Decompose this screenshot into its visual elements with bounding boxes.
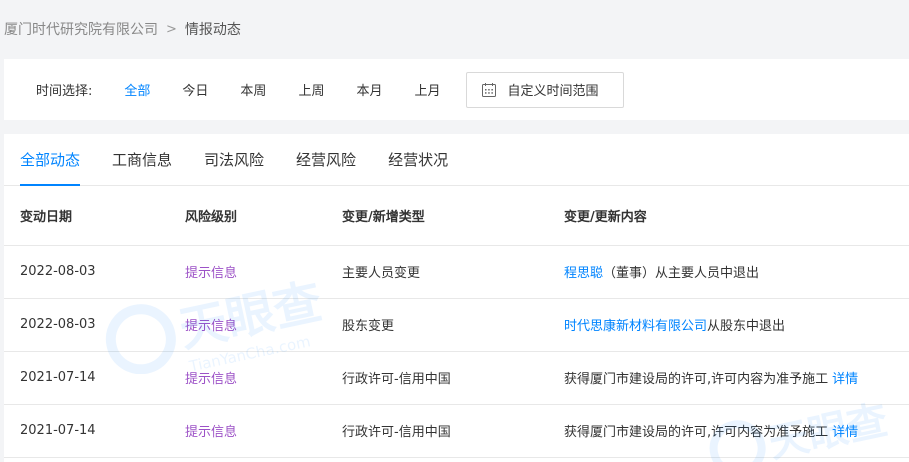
time-filter-label: 时间选择:	[36, 84, 93, 99]
dynamics-panel: 全部动态 工商信息 司法风险 经营风险 经营状况 变动日期 风险级别 变更/新增…	[4, 134, 909, 462]
table-row: 2021-07-14 提示信息 行政许可-信用中国 获得厦门市建设局的许可,许可…	[4, 404, 909, 458]
change-date: 2021-07-14	[4, 351, 169, 405]
tab-operating-risk[interactable]: 经营风险	[296, 134, 356, 185]
header-change-date: 变动日期	[4, 186, 169, 246]
header-risk-level: 风险级别	[169, 186, 326, 246]
content-text: 获得厦门市建设局的许可,许可内容为准予施工	[564, 425, 829, 440]
content-text: （董事）从主要人员中退出	[603, 266, 760, 281]
change-type: 主要人员变更	[326, 245, 548, 299]
table-row: 2022-08-03 提示信息 股东变更 时代思康新材料有限公司从股东中退出	[4, 298, 909, 352]
table-row: 2022-08-03 提示信息 主要人员变更 程思聪（董事）从主要人员中退出	[4, 245, 909, 299]
time-filter-this-week[interactable]: 本周	[232, 80, 274, 99]
breadcrumb-current: 情报动态	[184, 22, 241, 38]
change-type: 行政许可-信用中国	[326, 404, 548, 458]
change-date: 2022-08-03	[4, 298, 169, 352]
time-filter-all[interactable]: 全部	[116, 80, 158, 99]
time-filter-this-month[interactable]: 本月	[348, 80, 390, 99]
custom-range-label: 自定义时间范围	[507, 84, 599, 99]
table-header-row: 变动日期 风险级别 变更/新增类型 变更/更新内容	[4, 186, 909, 246]
content-text: 从股东中退出	[707, 319, 786, 334]
change-date: 2022-08-03	[4, 245, 169, 299]
risk-level: 提示信息	[169, 245, 326, 299]
change-content: 程思聪（董事）从主要人员中退出	[548, 245, 909, 299]
person-link[interactable]: 程思聪	[564, 266, 603, 281]
change-content: 时代思康新材料有限公司从股东中退出	[548, 298, 909, 352]
time-filter-bar: 时间选择: 全部 今日 本周 上周 本月 上月 自定义时间范围	[4, 59, 909, 120]
change-content: 获得厦门市建设局的许可,许可内容为准予施工 详情	[548, 351, 909, 405]
time-filter-today[interactable]: 今日	[174, 80, 216, 99]
detail-link[interactable]: 详情	[832, 372, 858, 387]
tab-all-dynamics[interactable]: 全部动态	[20, 134, 81, 186]
custom-range-button[interactable]: 自定义时间范围	[466, 71, 625, 108]
time-filter-last-month[interactable]: 上月	[406, 80, 448, 99]
change-date: 2021-07-14	[4, 404, 169, 458]
risk-level: 提示信息	[169, 298, 326, 352]
detail-link[interactable]: 详情	[832, 425, 858, 440]
tab-judicial-risk[interactable]: 司法风险	[204, 134, 264, 185]
change-type: 股东变更	[326, 298, 548, 352]
header-change-content: 变更/更新内容	[548, 186, 909, 246]
dynamics-table: 变动日期 风险级别 变更/新增类型 变更/更新内容 2022-08-03 提示信…	[4, 186, 909, 458]
risk-level: 提示信息	[169, 351, 326, 405]
risk-level: 提示信息	[169, 404, 326, 458]
header-change-type: 变更/新增类型	[326, 186, 548, 246]
time-filter-last-week[interactable]: 上周	[290, 80, 332, 99]
company-link[interactable]: 时代思康新材料有限公司	[564, 319, 707, 334]
breadcrumb: 厦门时代研究院有限公司 > 情报动态	[4, 17, 241, 41]
tab-operating-status[interactable]: 经营状况	[388, 134, 448, 185]
breadcrumb-company[interactable]: 厦门时代研究院有限公司	[4, 19, 158, 39]
table-row: 2021-07-14 提示信息 行政许可-信用中国 获得厦门市建设局的许可,许可…	[4, 351, 909, 405]
breadcrumb-separator: >	[166, 21, 177, 37]
change-content: 获得厦门市建设局的许可,许可内容为准予施工 详情	[548, 404, 909, 458]
tab-business-info[interactable]: 工商信息	[112, 134, 172, 185]
category-tabs: 全部动态 工商信息 司法风险 经营风险 经营状况	[4, 134, 909, 186]
change-type: 行政许可-信用中国	[326, 351, 548, 405]
content-text: 获得厦门市建设局的许可,许可内容为准予施工	[564, 372, 829, 387]
calendar-icon	[481, 82, 497, 98]
